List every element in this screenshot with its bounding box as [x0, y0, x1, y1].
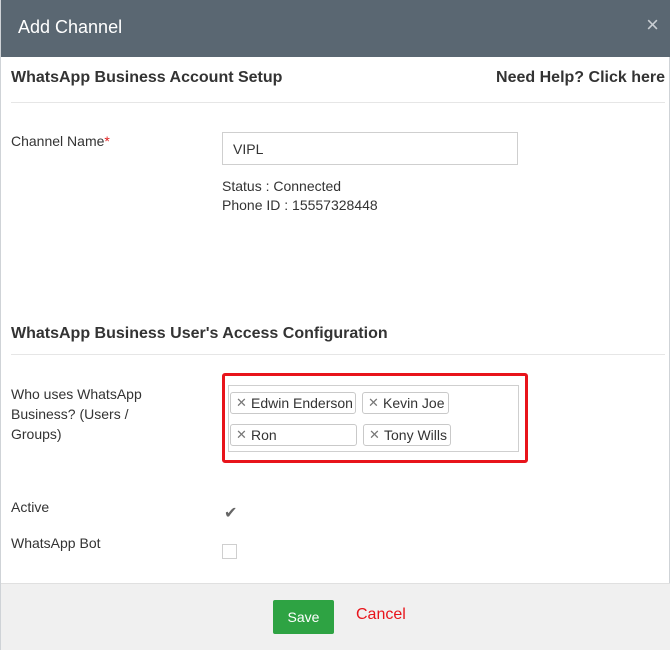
add-channel-dialog: Add Channel × WhatsApp Business Account …	[0, 0, 670, 650]
user-tag-label: Ron	[251, 427, 277, 443]
who-uses-label: Who uses WhatsApp Business? (Users / Gro…	[11, 386, 142, 442]
dialog-title: Add Channel	[18, 17, 123, 37]
channel-name-label-text: Channel Name	[11, 133, 105, 149]
dialog-header: Add Channel ×	[1, 0, 670, 57]
save-button[interactable]: Save	[273, 600, 334, 634]
close-icon[interactable]: ×	[646, 14, 659, 36]
user-tag: ✕ Tony Wills	[363, 424, 451, 446]
access-section-title: WhatsApp Business User's Access Configur…	[11, 325, 388, 342]
active-label: Active	[11, 499, 50, 515]
dialog-body: WhatsApp Business Account Setup Need Hel…	[1, 57, 670, 583]
whatsapp-bot-label: WhatsApp Bot	[11, 535, 101, 551]
phone-id-text: Phone ID : 15557328448	[222, 197, 378, 213]
status-text: Status : Connected	[222, 178, 342, 194]
active-checkbox[interactable]: ✔	[222, 505, 238, 522]
cancel-button[interactable]: Cancel	[356, 606, 406, 624]
section-divider	[11, 102, 665, 103]
remove-tag-icon[interactable]: ✕	[236, 425, 247, 445]
whatsapp-bot-checkbox[interactable]	[222, 544, 237, 559]
user-tag: ✕ Edwin Enderson	[230, 392, 356, 414]
user-tag: ✕ Kevin Joe	[362, 392, 449, 414]
user-tag-label: Edwin Enderson	[251, 395, 353, 411]
users-groups-input[interactable]: ✕ Edwin Enderson ✕ Kevin Joe ✕ Ron ✕ Ton…	[228, 385, 519, 452]
remove-tag-icon[interactable]: ✕	[368, 393, 379, 413]
user-tag-label: Kevin Joe	[383, 395, 445, 411]
channel-name-label: Channel Name*	[11, 131, 110, 151]
remove-tag-icon[interactable]: ✕	[369, 425, 380, 445]
required-mark: *	[104, 133, 110, 149]
channel-name-input[interactable]	[222, 132, 518, 165]
user-tag: ✕ Ron	[230, 424, 357, 446]
section-divider	[11, 354, 665, 355]
user-tag-label: Tony Wills	[384, 427, 448, 443]
help-link[interactable]: Need Help? Click here	[496, 69, 665, 87]
setup-section-title: WhatsApp Business Account Setup	[11, 69, 283, 86]
dialog-footer: Save Cancel	[1, 583, 670, 650]
remove-tag-icon[interactable]: ✕	[236, 393, 247, 413]
checkmark-icon: ✔	[224, 505, 238, 522]
